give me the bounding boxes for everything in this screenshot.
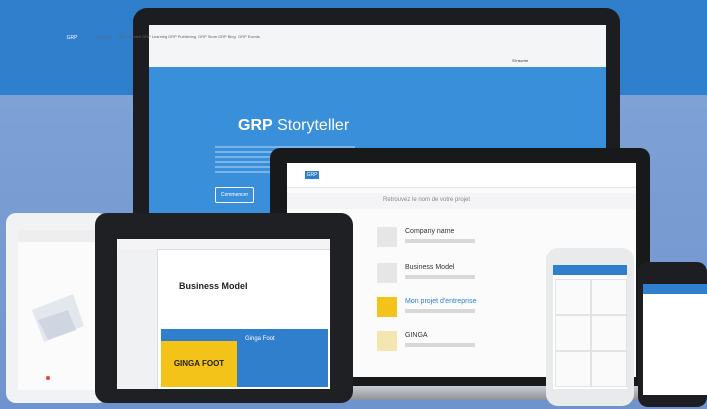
project-details [405,239,475,243]
hero-prefix: GRP [238,117,273,134]
phone-black-top-bar [643,284,707,294]
nav-link[interactable]: Accueil [98,34,111,39]
map-diagram-graphic [18,230,102,380]
tablet-black-screen: Business Model GINGA FOOT Ginga Foot [117,239,330,389]
app-header [287,163,636,188]
site-header [149,25,606,67]
nav-link[interactable]: GRP Store [198,34,217,39]
brand-logo: GINGA FOOT [161,341,237,387]
nav-link[interactable]: GRP Publishing [168,34,196,39]
grid-cell[interactable] [555,279,591,315]
project-name: Business Model [405,264,455,271]
project-details [405,309,475,313]
signup-button[interactable]: S'inscrire [512,58,528,63]
project-name: Company name [405,228,455,235]
project-thumbnail [377,263,397,283]
slide-banner-title: Ginga Foot [245,336,275,342]
phone-black-screen [643,284,707,395]
grid-cell[interactable] [555,351,591,387]
project-row[interactable]: Business Model [373,261,553,293]
nav-link[interactable]: GRP Learning [142,34,167,39]
phone-white-screen [553,265,627,389]
nav-link[interactable]: GRP Events [238,34,260,39]
nav-link[interactable]: GRP Blog [218,34,236,39]
project-row[interactable]: GINGA [373,329,553,361]
project-row[interactable]: Company name [373,225,553,257]
nav-link[interactable]: GRP Service [118,34,141,39]
project-details [405,275,475,279]
slide-title: Business Model [179,281,248,291]
project-details [405,343,475,347]
hero-title-text: Storyteller [277,117,350,134]
project-name: Mon projet d'entreprise [405,298,477,305]
tablet-white-screen [18,230,102,390]
project-thumbnail [377,297,397,317]
app-logo[interactable]: GRP [305,171,319,179]
slide-sidebar [117,249,158,389]
search-bar[interactable]: Retrouvez le nom de votre projet [287,193,636,209]
grid-cell[interactable] [591,351,627,387]
hero-title: GRP Storyteller [238,117,349,135]
project-name: GINGA [405,332,428,339]
project-row[interactable]: Mon projet d'entreprise [373,295,553,327]
project-thumbnail [377,227,397,247]
grid-cell[interactable] [591,279,627,315]
grid-cell[interactable] [591,315,627,351]
hero-button[interactable]: Commencer [215,187,254,203]
site-logo[interactable]: GRP [62,28,82,48]
search-placeholder: Retrouvez le nom de votre projet [383,197,471,203]
project-thumbnail [377,331,397,351]
phone-top-bar [553,265,627,275]
grid-cell[interactable] [555,315,591,351]
